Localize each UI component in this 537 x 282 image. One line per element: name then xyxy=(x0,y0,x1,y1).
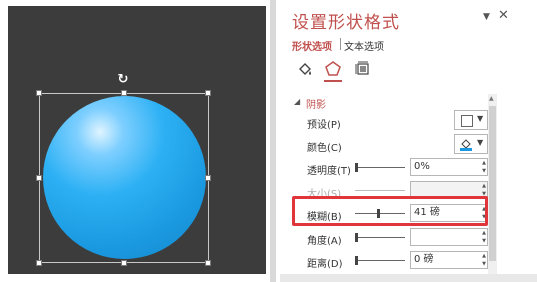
distance-slider[interactable] xyxy=(355,260,405,261)
pane-splitter[interactable] xyxy=(270,0,276,282)
resize-handle-right[interactable] xyxy=(205,175,211,181)
transparency-input[interactable]: 0% ▲ ▼ xyxy=(410,158,488,176)
size-properties-icon[interactable] xyxy=(354,60,372,78)
transparency-label: 透明度(T) xyxy=(307,166,351,177)
transparency-slider[interactable] xyxy=(355,167,405,168)
resize-handle-bottom-right[interactable] xyxy=(205,260,211,266)
preset-swatch xyxy=(461,115,473,127)
section-title-shadow[interactable]: 阴影 xyxy=(306,96,326,111)
preset-label: 预设(P) xyxy=(307,120,341,131)
collapse-arrow-icon[interactable]: ◢ xyxy=(294,97,300,106)
color-dropdown[interactable]: ▼ xyxy=(454,134,488,154)
tab-text-options[interactable]: 文本选项 xyxy=(344,38,384,53)
spin-arrows-icon[interactable]: ▲ ▼ xyxy=(482,229,486,245)
resize-handle-bottom-left[interactable] xyxy=(36,260,42,266)
angle-label: 角度(A) xyxy=(307,236,342,247)
distance-slider-thumb[interactable] xyxy=(355,256,358,265)
pane-scrollbar[interactable]: ▲ xyxy=(488,94,497,274)
fill-line-icon[interactable] xyxy=(296,60,314,78)
color-label: 颜色(C) xyxy=(307,143,342,154)
resize-handle-top-left[interactable] xyxy=(36,90,42,96)
scroll-up-icon[interactable]: ▲ xyxy=(489,95,494,102)
resize-handle-top[interactable] xyxy=(121,90,127,96)
pane-title: 设置形状格式 xyxy=(292,13,400,33)
scrollbar-thumb[interactable] xyxy=(489,106,496,261)
chevron-down-icon: ▼ xyxy=(477,114,484,123)
preset-dropdown[interactable]: ▼ xyxy=(454,110,488,130)
spin-arrows-icon[interactable]: ▲ ▼ xyxy=(482,252,486,268)
blur-row-highlight xyxy=(292,196,488,226)
tab-shape-options[interactable]: 形状选项 xyxy=(292,38,332,53)
active-category-indicator xyxy=(324,80,342,82)
resize-handle-left[interactable] xyxy=(36,175,42,181)
distance-value: 0 磅 xyxy=(414,254,434,265)
pane-bottom-edge xyxy=(280,274,537,282)
rotate-handle-icon[interactable]: ↻ xyxy=(116,73,130,87)
distance-label: 距离(D) xyxy=(307,259,343,270)
selection-box xyxy=(39,93,209,263)
angle-input[interactable]: ▲ ▼ xyxy=(410,228,488,246)
tab-divider xyxy=(340,38,341,50)
format-shape-pane: 设置形状格式 ▼ ✕ 形状选项 文本选项 ◢ 阴影 预设(P) ▼ 颜色(C) … xyxy=(280,0,537,282)
distance-input[interactable]: 0 磅 ▲ ▼ xyxy=(410,251,488,269)
pane-options-icon[interactable]: ▼ xyxy=(483,12,490,22)
angle-slider-thumb[interactable] xyxy=(355,233,358,242)
size-slider xyxy=(355,190,405,191)
angle-slider[interactable] xyxy=(355,237,405,238)
resize-handle-bottom[interactable] xyxy=(121,260,127,266)
close-icon[interactable]: ✕ xyxy=(498,8,509,23)
chevron-down-icon: ▼ xyxy=(477,138,484,147)
spin-arrows-icon[interactable]: ▲ ▼ xyxy=(482,159,486,175)
resize-handle-top-right[interactable] xyxy=(205,90,211,96)
transparency-slider-thumb[interactable] xyxy=(355,163,358,172)
effects-icon[interactable] xyxy=(324,60,342,78)
paint-bucket-icon xyxy=(459,138,473,151)
transparency-value: 0% xyxy=(414,161,430,172)
